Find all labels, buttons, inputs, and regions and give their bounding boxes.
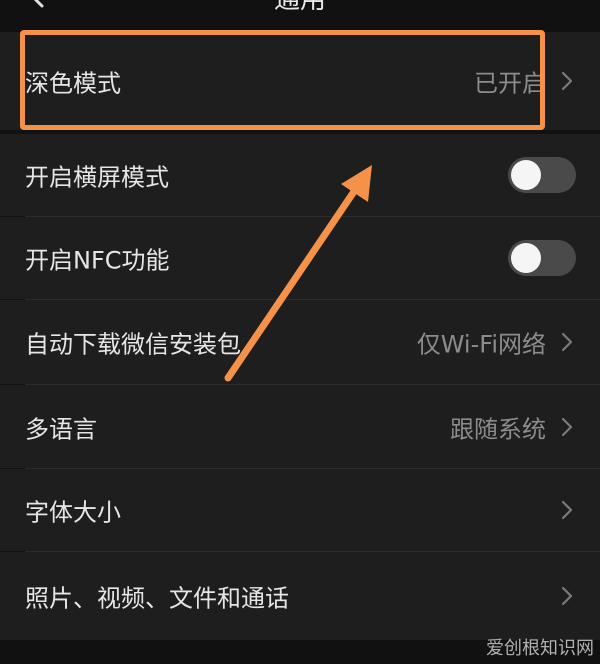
row-label: 自动下载微信安装包 <box>25 330 241 359</box>
row-label: 多语言 <box>25 415 97 443</box>
settings-row-language[interactable]: 多语言 跟随系统 <box>0 385 600 468</box>
highlight-box <box>20 30 545 130</box>
settings-screen: 通用 深色模式 已开启 开启横屏模式 开启NFC功能 自动下载微信安装包 仅Wi… <box>0 0 600 664</box>
nfc-toggle[interactable] <box>508 240 576 276</box>
settings-row-landscape: 开启横屏模式 <box>0 134 600 216</box>
settings-row-media[interactable]: 照片、视频、文件和通话 <box>0 552 600 640</box>
landscape-toggle[interactable] <box>508 157 576 193</box>
toggle-knob <box>511 160 541 190</box>
settings-row-font-size[interactable]: 字体大小 <box>0 469 600 551</box>
watermark-text: 爱创根知识网 <box>486 638 594 659</box>
chevron-right-icon <box>561 586 573 606</box>
chevron-right-icon <box>561 332 573 352</box>
settings-row-nfc: 开启NFC功能 <box>0 217 600 299</box>
chevron-right-icon <box>561 71 573 91</box>
top-bar: 通用 <box>0 0 600 32</box>
row-label: 开启横屏模式 <box>25 163 169 192</box>
settings-row-auto-download[interactable]: 自动下载微信安装包 仅Wi-Fi网络 <box>0 300 600 384</box>
row-value: 仅Wi-Fi网络 <box>416 330 546 359</box>
chevron-right-icon <box>561 417 573 436</box>
row-label: 字体大小 <box>25 498 121 527</box>
row-label: 开启NFC功能 <box>25 246 170 275</box>
row-value: 跟随系统 <box>450 415 546 443</box>
toggle-knob <box>511 243 541 273</box>
chevron-right-icon <box>561 500 573 520</box>
row-label: 照片、视频、文件和通话 <box>25 584 289 613</box>
page-title: 通用 <box>273 0 326 15</box>
